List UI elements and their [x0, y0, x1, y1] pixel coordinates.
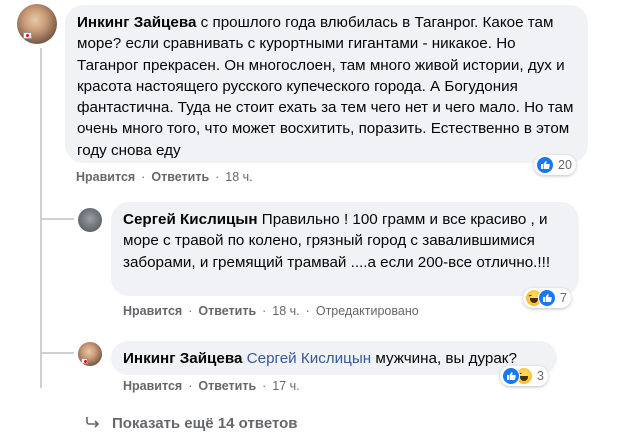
comment-author[interactable]: Сергей Кислицын [123, 211, 258, 228]
comment-author[interactable]: Инкинг Зайцева [77, 14, 196, 31]
reply-arrow-icon [86, 415, 100, 432]
like-icon [538, 289, 556, 307]
reply-button[interactable]: Ответить [198, 379, 256, 393]
separator: · [215, 170, 220, 184]
avatar[interactable] [78, 342, 102, 366]
like-button[interactable]: Нравится [76, 170, 135, 184]
reply-button[interactable]: Ответить [151, 170, 209, 184]
thread-branch [40, 218, 74, 220]
reaction-summary[interactable]: 20 [534, 155, 576, 175]
show-more-replies-button[interactable]: Показать ещё 14 ответов [86, 415, 298, 432]
comment-time[interactable]: 18 ч. [272, 304, 299, 318]
separator: · [262, 379, 267, 393]
comment-bubble: Инкинг Зайцева с прошлого года влюбилась… [65, 5, 588, 163]
edited-label[interactable]: Отредактировано [316, 304, 419, 318]
reply-button[interactable]: Ответить [198, 304, 256, 318]
like-button[interactable]: Нравится [123, 304, 182, 318]
separator: · [141, 170, 146, 184]
reaction-count: 20 [558, 158, 572, 172]
thread-branch [40, 352, 74, 354]
like-icon [536, 156, 554, 174]
separator: · [188, 379, 193, 393]
comment-actions: Нравится · Ответить · 17 ч. [123, 379, 300, 393]
avatar[interactable] [78, 208, 102, 232]
comment-time[interactable]: 18 ч. [225, 170, 252, 184]
reaction-summary[interactable]: 3 [500, 366, 548, 386]
comment-text: мужчина, вы дурак? [375, 350, 517, 367]
flag-icon [81, 358, 88, 364]
separator: · [188, 304, 193, 318]
reaction-count: 3 [537, 369, 544, 383]
separator: · [305, 304, 310, 318]
comment-text: с прошлого года влюбилась в Таганрог. Ка… [77, 14, 574, 159]
mention-link[interactable]: Сергей Кислицын [247, 350, 372, 367]
avatar[interactable] [17, 4, 57, 44]
reaction-summary[interactable]: 7 [523, 288, 571, 308]
reaction-count: 7 [560, 291, 567, 305]
show-more-label: Показать ещё 14 ответов [112, 415, 298, 432]
comment-actions: Нравится · Ответить · 18 ч. [76, 170, 253, 184]
like-icon [502, 367, 520, 385]
comment-actions: Нравится · Ответить · 18 ч. · Отредактировано [123, 304, 419, 318]
comment-bubble: Инкинг Зайцева Сергей Кислицын мужчина, … [111, 341, 557, 375]
separator: · [262, 304, 267, 318]
comment-time[interactable]: 17 ч. [272, 379, 299, 393]
comment-bubble: Сергей Кислицын Правильно ! 100 грамм и … [111, 202, 579, 296]
like-button[interactable]: Нравится [123, 379, 182, 393]
flag-icon [23, 32, 32, 39]
comment-author[interactable]: Инкинг Зайцева [123, 350, 242, 367]
